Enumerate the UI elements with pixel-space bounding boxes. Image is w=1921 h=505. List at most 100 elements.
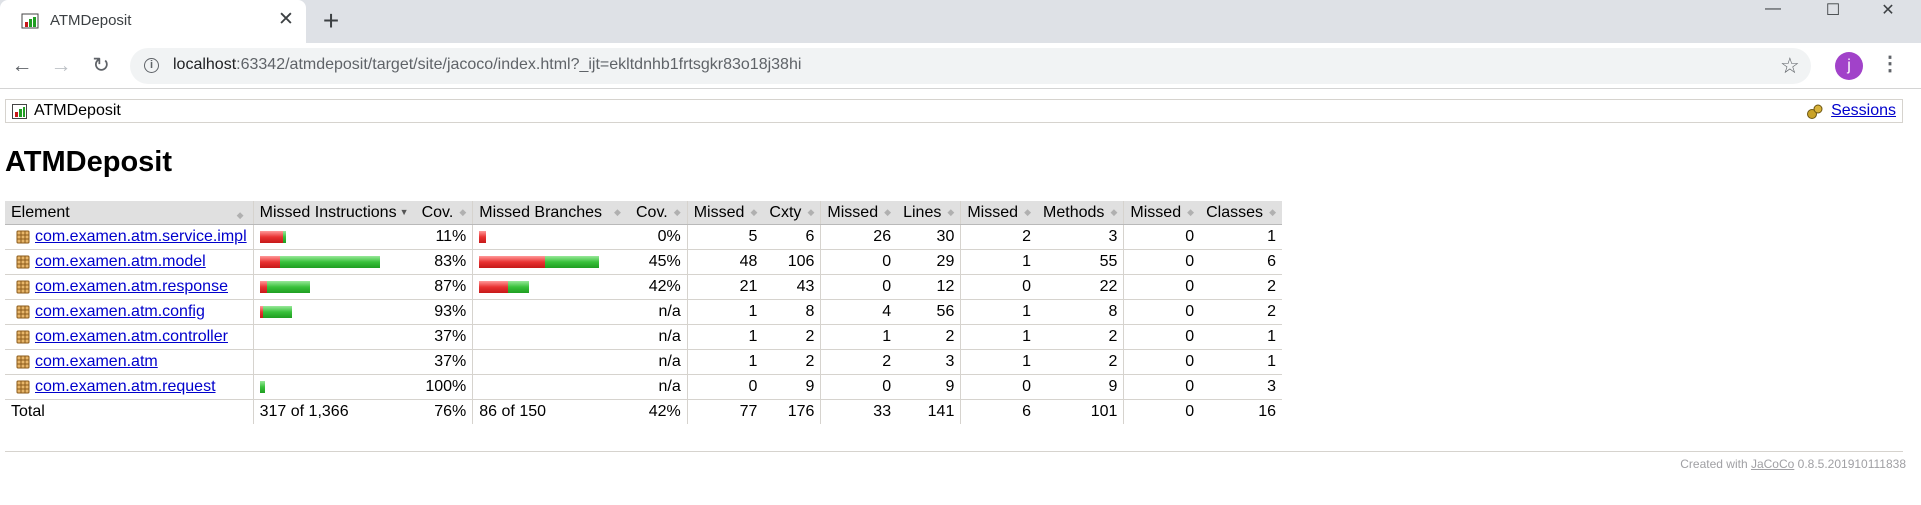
more-menu-icon[interactable]: ⋮ [1880,51,1900,76]
header-label: Cov. [636,203,668,221]
total-branch-cov: 42% [630,399,688,424]
header-label: Missed Branches [479,203,602,221]
col-header-cxty-missed[interactable]: Missed ◆ [687,201,764,225]
package-name: com.examen.atm.config [35,303,205,320]
covered-bar [508,281,530,293]
package-icon [16,305,30,319]
branches-bar-cell [472,299,630,325]
lines-missed: 0 [820,274,898,300]
footer-divider [5,451,1903,452]
maximize-icon[interactable]: ☐ [1805,0,1861,20]
col-header-lines[interactable]: Lines ◆ [897,201,962,225]
footer-prefix: Created with [1680,457,1751,471]
col-header-classes[interactable]: Classes ◆ [1200,201,1282,225]
col-header-lines-missed[interactable]: Missed ◆ [820,201,898,225]
classes: 1 [1200,324,1282,350]
col-header-missed-branches[interactable]: Missed Branches ◆ [472,201,630,225]
col-header-missed-instructions[interactable]: Missed Instructions ▼ [253,201,416,225]
close-window-icon[interactable]: ✕ [1860,0,1916,20]
branch-cov: n/a [630,299,688,325]
total-cxty-missed: 77 [739,403,758,420]
header-label: Missed [693,203,745,221]
lines: 2 [897,324,962,350]
col-header-cxty[interactable]: Cxty ◆ [763,201,822,225]
lines-missed: 0 [820,249,898,275]
address-bar[interactable]: i localhost:63342/atmdeposit/target/site… [130,48,1811,84]
classes-missed: 0 [1123,274,1201,300]
cxty: 9 [763,374,822,400]
classes-missed: 0 [1123,349,1201,375]
classes: 1 [1200,349,1282,375]
package-name: com.examen.atm.request [35,378,216,395]
total-methods-missed: 6 [1022,403,1032,420]
methods: 9 [1037,374,1125,400]
url-host: localhost [173,56,237,73]
close-tab-icon[interactable]: ✕ [275,9,297,31]
classes: 2 [1200,274,1282,300]
sort-desc-icon: ▼ [399,207,409,218]
package-link[interactable]: com.examen.atm.controller [11,328,228,345]
col-header-methods-missed[interactable]: Missed ◆ [960,201,1038,225]
bookmark-star-icon[interactable]: ☆ [1780,53,1800,79]
new-tab-button[interactable]: + [317,7,345,35]
classes-missed: 0 [1123,224,1201,250]
covered-bar [282,231,286,243]
total-instr-cov: 76% [415,399,474,424]
profile-avatar[interactable]: j [1835,52,1863,80]
package-icon [16,330,30,344]
lines: 3 [897,349,962,375]
page-title: ATMDeposit [5,146,173,178]
package-link[interactable]: com.examen.atm.service.impl [11,228,247,245]
element-cell: com.examen.atm.config [5,299,254,325]
col-header-methods[interactable]: Methods ◆ [1037,201,1125,225]
methods-missed: 0 [960,274,1038,300]
branch-cov: n/a [630,324,688,350]
tab-strip: ATMDeposit ✕ + — ☐ ✕ [0,0,1921,43]
covered-bar [545,256,600,268]
lines: 29 [897,249,962,275]
jacoco-link[interactable]: JaCoCo [1751,457,1794,471]
package-icon [16,355,30,369]
covered-bar [259,381,265,393]
total-row: Total 317 of 1,366 76% 86 of 150 42% 77 … [5,399,1282,424]
total-lines-missed: 33 [873,403,892,420]
total-branches: 86 of 150 [479,403,547,420]
instr-cov: 100% [415,374,474,400]
package-link[interactable]: com.examen.atm [11,353,158,370]
total-classes: 16 [1258,403,1276,420]
sort-icon: ◆ [614,206,621,217]
reload-icon[interactable]: ↻ [86,51,116,81]
package-link[interactable]: com.examen.atm.model [11,253,206,270]
sort-icon: ◆ [750,206,758,217]
total-cxty: 176 [763,399,822,424]
methods: 2 [1037,324,1125,350]
col-header-element[interactable]: Element ◆ [5,201,254,225]
col-header-classes-missed[interactable]: Missed ◆ [1123,201,1201,225]
cxty: 6 [763,224,822,250]
element-cell: com.examen.atm.controller [5,324,254,350]
forward-arrow-icon[interactable]: → [46,51,76,81]
element-cell: com.examen.atm [5,349,254,375]
package-link[interactable]: com.examen.atm.response [11,278,228,295]
methods: 55 [1037,249,1125,275]
methods-missed: 1 [960,349,1038,375]
sort-icon: ◆ [884,206,892,217]
branches-bar-cell [472,324,630,350]
lines-missed: 1 [820,324,898,350]
methods: 8 [1037,299,1125,325]
col-header-instr-cov[interactable]: Cov. ◆ [415,201,474,225]
cxty-missed: 48 [687,249,764,275]
instructions-bar-cell [253,249,416,275]
site-info-icon[interactable]: i [144,58,159,73]
back-arrow-icon[interactable]: ← [7,51,37,81]
cxty-missed: 5 [687,224,764,250]
package-link[interactable]: com.examen.atm.config [11,303,205,320]
sort-icon: ◆ [807,206,815,217]
missed-bar [259,256,280,268]
sessions-link[interactable]: Sessions [1831,102,1896,120]
minimize-icon[interactable]: — [1745,0,1801,20]
url-text[interactable]: localhost:63342/atmdeposit/target/site/j… [173,56,801,74]
col-header-branch-cov[interactable]: Cov. ◆ [630,201,688,225]
package-link[interactable]: com.examen.atm.request [11,378,216,395]
browser-tab[interactable]: ATMDeposit ✕ [0,0,306,43]
